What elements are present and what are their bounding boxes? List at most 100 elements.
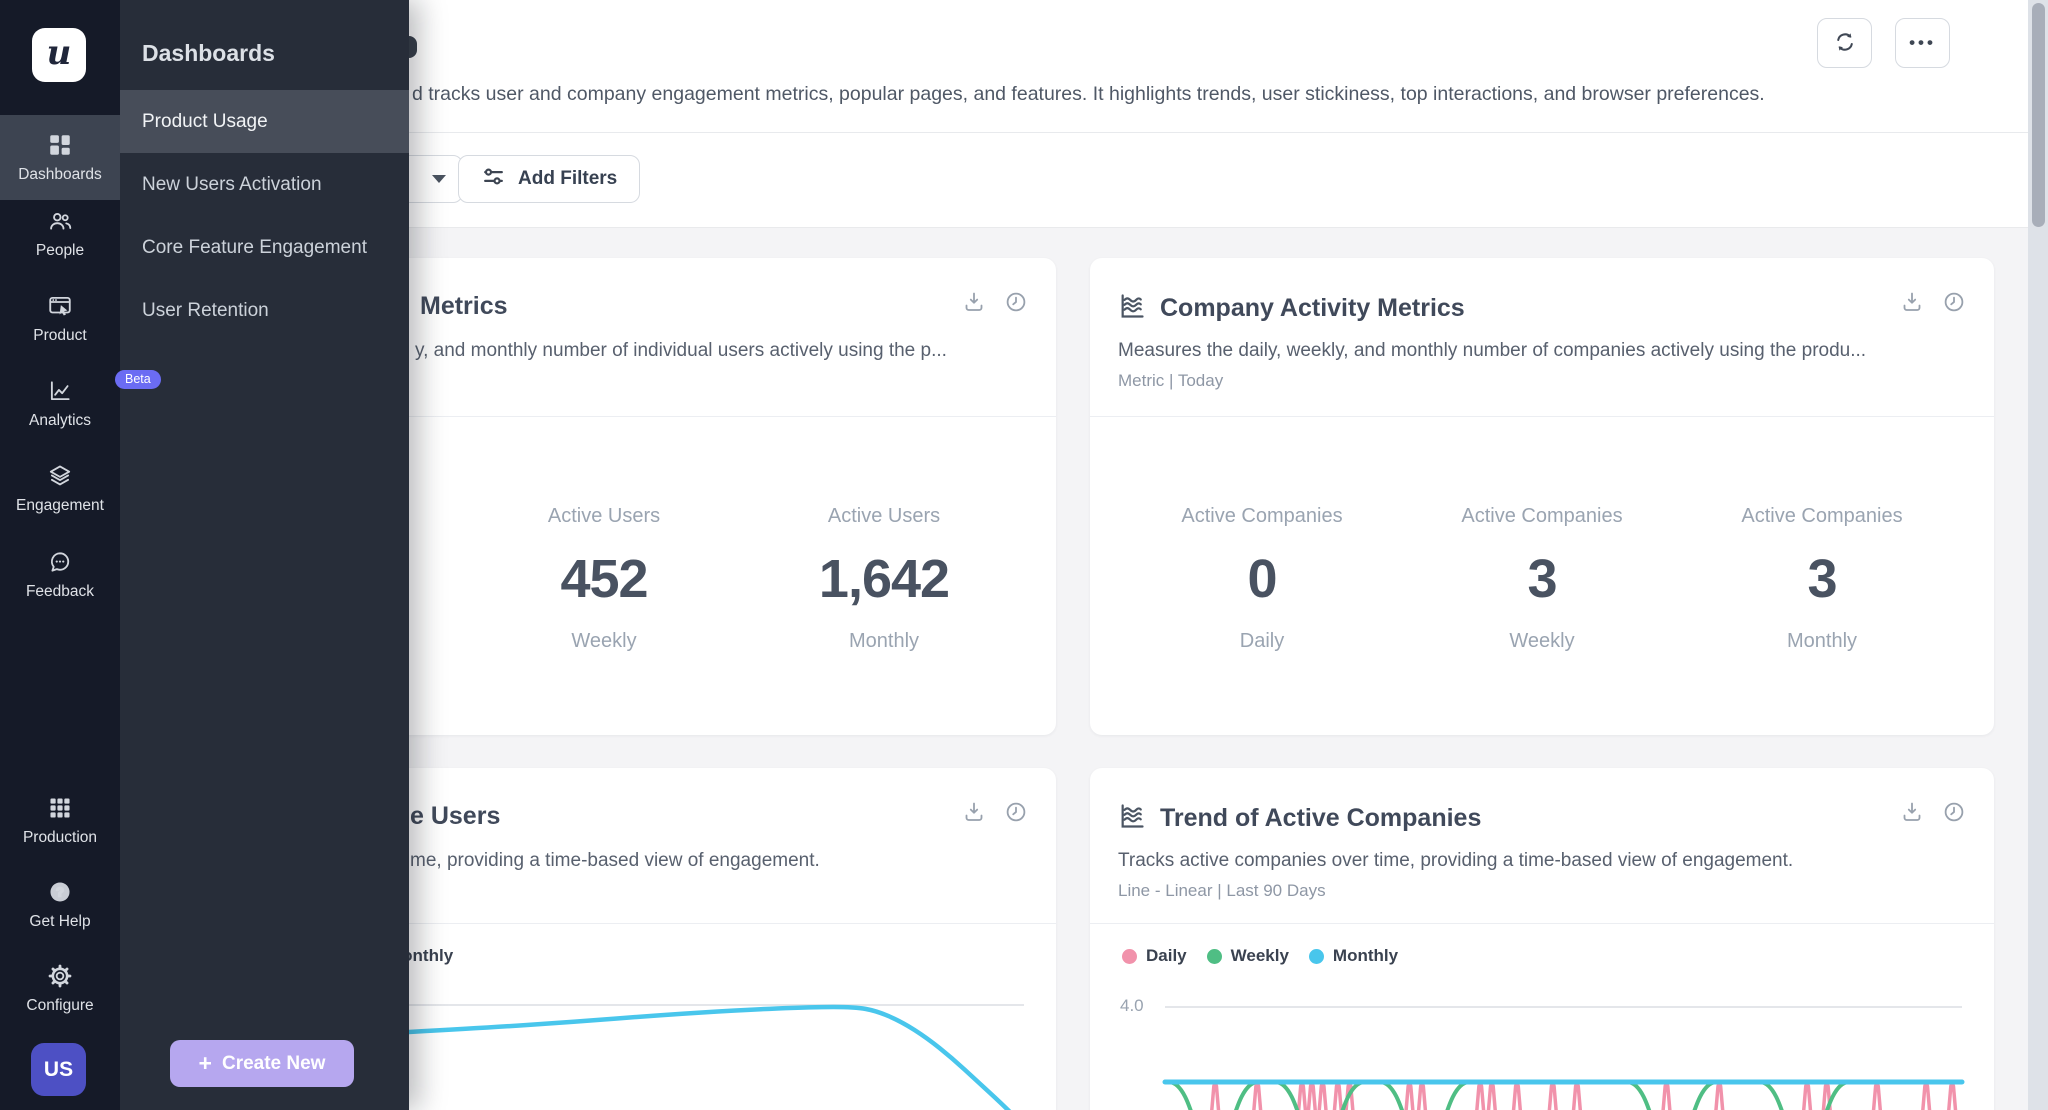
scrollbar-thumb[interactable]: [2032, 3, 2045, 227]
metric-monthly-users: Active Users 1,642 Monthly: [744, 505, 1024, 653]
download-icon[interactable]: [1900, 290, 1924, 319]
sidebar-item-label: Analytics: [29, 412, 91, 430]
sidebar-item-dashboards[interactable]: Dashboards: [0, 115, 120, 200]
flyout-item-list: Product Usage New Users Activation Core …: [120, 90, 409, 342]
sidebar-item-label: Dashboards: [18, 166, 102, 184]
more-options-button[interactable]: •••: [1895, 18, 1950, 68]
card-title: Company Activity Metrics: [1160, 294, 1465, 323]
metric-label: Active Users: [744, 505, 1024, 528]
layers-icon: [47, 463, 73, 489]
analytics-icon: Beta: [47, 378, 73, 404]
metric-label: Active Users: [464, 505, 744, 528]
metric-daily-companies: Active Companies 0 Daily: [1122, 505, 1402, 653]
card-subtitle: Metric | Today: [1118, 371, 1223, 391]
card-description-fragment: me, providing a time-based view of engag…: [410, 850, 820, 872]
metric-label: Active Companies: [1402, 505, 1682, 528]
help-icon: ?: [47, 879, 73, 905]
page-header: d tracks user and company engagement met…: [120, 0, 2048, 133]
legend-label: Monthly: [1333, 946, 1398, 966]
flyout-item-core-feature-engagement[interactable]: Core Feature Engagement: [120, 216, 409, 279]
legend-label: Weekly: [1231, 946, 1289, 966]
header-actions: •••: [1817, 18, 1950, 68]
ellipsis-icon: •••: [1909, 33, 1936, 53]
chart-legend: Daily Weekly Monthly: [1122, 946, 1398, 966]
card-actions: [1900, 800, 1966, 829]
dashboards-flyout-menu: Dashboards Product Usage New Users Activ…: [120, 0, 409, 1110]
legend-label: Daily: [1146, 946, 1187, 966]
add-filters-button[interactable]: Add Filters: [458, 155, 640, 203]
card-title-fragment: Metrics: [420, 292, 508, 321]
metric-label: Active Companies: [1682, 505, 1962, 528]
flyout-item-product-usage[interactable]: Product Usage: [120, 90, 409, 153]
card-header: Company Activity Metrics Measures the da…: [1090, 258, 1994, 417]
sidebar-item-get-help[interactable]: ? Get Help: [0, 879, 120, 931]
primary-sidebar: u Dashboards People Product Beta: [0, 0, 120, 1110]
sidebar-item-analytics[interactable]: Beta Analytics: [0, 378, 120, 430]
refresh-icon: [1833, 30, 1857, 57]
dashboard-icon: [47, 132, 73, 158]
dashboard-description: d tracks user and company engagement met…: [412, 83, 1765, 106]
card-description: Tracks active companies over time, provi…: [1118, 850, 1793, 872]
plus-icon: +: [199, 1052, 212, 1075]
download-icon[interactable]: [962, 290, 986, 319]
card-actions: [962, 290, 1028, 319]
people-icon: [47, 208, 73, 234]
card-actions: [962, 800, 1028, 829]
sidebar-item-engagement[interactable]: Engagement: [0, 463, 120, 515]
metric-period: Monthly: [1682, 630, 1962, 653]
user-avatar[interactable]: US: [31, 1043, 86, 1096]
chevron-down-icon: [432, 175, 446, 183]
sidebar-item-feedback[interactable]: Feedback: [0, 549, 120, 601]
schedule-clock-icon[interactable]: [1004, 290, 1028, 319]
sidebar-item-label: Configure: [26, 997, 93, 1015]
metric-value: 0: [1122, 548, 1402, 610]
card-header: Trend of Active Companies Tracks active …: [1090, 768, 1994, 924]
download-icon[interactable]: [962, 800, 986, 829]
sidebar-item-people[interactable]: People: [0, 208, 120, 260]
metric-label: Active Companies: [1122, 505, 1402, 528]
card-description: Measures the daily, weekly, and monthly …: [1118, 340, 1866, 362]
flyout-item-new-users-activation[interactable]: New Users Activation: [120, 153, 409, 216]
download-icon[interactable]: [1900, 800, 1924, 829]
userpilot-logo[interactable]: u: [32, 28, 86, 82]
sidebar-item-label: People: [36, 242, 84, 260]
schedule-clock-icon[interactable]: [1942, 800, 1966, 829]
sidebar-item-label: Get Help: [29, 913, 90, 931]
sidebar-item-label: Product: [33, 327, 86, 345]
metric-value: 1,642: [744, 548, 1024, 610]
dashboard-title-icon-partial: [409, 36, 417, 58]
monthly-dot-icon: [1309, 949, 1324, 964]
metric-period: Weekly: [464, 630, 744, 653]
card-title-fragment: e Users: [410, 802, 500, 831]
metrics-row: Active Companies 0 Daily Active Companie…: [1090, 417, 1994, 653]
feedback-icon: [47, 549, 73, 575]
sidebar-item-label: Engagement: [16, 497, 104, 515]
multiline-chart-icon: [1118, 292, 1146, 325]
schedule-clock-icon[interactable]: [1004, 800, 1028, 829]
sidebar-item-production[interactable]: Production: [0, 795, 120, 847]
sidebar-item-product[interactable]: Product: [0, 293, 120, 345]
sidebar-item-configure[interactable]: Configure: [0, 963, 120, 1015]
metric-period: Weekly: [1402, 630, 1682, 653]
card-actions: [1900, 290, 1966, 319]
flyout-item-user-retention[interactable]: User Retention: [120, 279, 409, 342]
card-trend-active-companies: Trend of Active Companies Tracks active …: [1090, 768, 1994, 1110]
flyout-title: Dashboards: [142, 40, 275, 67]
sidebar-item-label: Production: [23, 829, 97, 847]
legend-item-weekly[interactable]: Weekly: [1207, 946, 1289, 966]
logo-u-glyph: u: [47, 33, 72, 73]
schedule-clock-icon[interactable]: [1942, 290, 1966, 319]
create-new-label: Create New: [222, 1053, 326, 1075]
card-description-fragment: y, and monthly number of individual user…: [415, 340, 947, 362]
main-content: d tracks user and company engagement met…: [120, 0, 2048, 1110]
legend-item-monthly[interactable]: Monthly: [1309, 946, 1398, 966]
page-scrollbar[interactable]: [2028, 0, 2048, 1110]
refresh-button[interactable]: [1817, 18, 1872, 68]
card-subtitle: Line - Linear | Last 90 Days: [1118, 881, 1326, 901]
legend-item-daily[interactable]: Daily: [1122, 946, 1187, 966]
metric-period: Daily: [1122, 630, 1402, 653]
app-root: d tracks user and company engagement met…: [0, 0, 2048, 1110]
weekly-dot-icon: [1207, 949, 1222, 964]
create-new-button[interactable]: + Create New: [170, 1040, 354, 1087]
metric-monthly-companies: Active Companies 3 Monthly: [1682, 505, 1962, 653]
